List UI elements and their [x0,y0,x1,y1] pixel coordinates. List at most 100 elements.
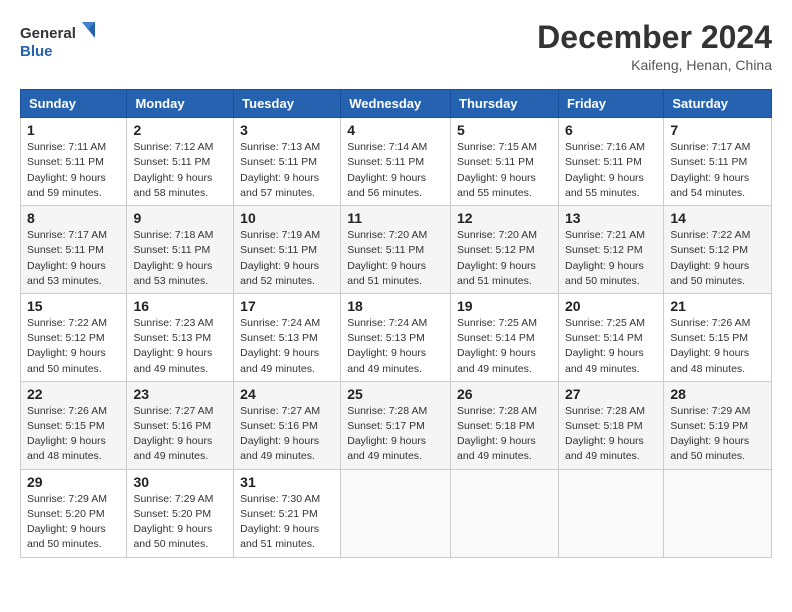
day-number: 7 [670,122,765,138]
calendar-day-cell: 17Sunrise: 7:24 AM Sunset: 5:13 PM Dayli… [234,293,341,381]
day-info: Sunrise: 7:30 AM Sunset: 5:21 PM Dayligh… [240,492,334,553]
day-number: 27 [565,386,657,402]
day-info: Sunrise: 7:24 AM Sunset: 5:13 PM Dayligh… [240,316,334,377]
title-block: December 2024 Kaifeng, Henan, China [537,20,772,73]
location: Kaifeng, Henan, China [537,57,772,73]
day-info: Sunrise: 7:28 AM Sunset: 5:18 PM Dayligh… [565,404,657,465]
calendar-empty-cell [558,469,663,557]
calendar-day-cell: 5 Sunrise: 7:15 AM Sunset: 5:11 PM Daylig… [451,118,559,206]
day-number: 8 [27,210,120,226]
day-info: Sunrise: 7:28 AM Sunset: 5:17 PM Dayligh… [347,404,444,465]
day-info: Sunrise: 7:17 AM Sunset: 5:11 PM Dayligh… [670,140,765,201]
weekday-header-row: SundayMondayTuesdayWednesdayThursdayFrid… [21,90,772,118]
day-info: Sunrise: 7:28 AM Sunset: 5:18 PM Dayligh… [457,404,552,465]
day-number: 2 [133,122,227,138]
day-info: Sunrise: 7:26 AM Sunset: 5:15 PM Dayligh… [670,316,765,377]
calendar-day-cell: 4 Sunrise: 7:14 AM Sunset: 5:11 PM Daylig… [341,118,451,206]
calendar-empty-cell [664,469,772,557]
day-number: 4 [347,122,444,138]
day-info: Sunrise: 7:19 AM Sunset: 5:11 PM Dayligh… [240,228,334,289]
day-info: Sunrise: 7:16 AM Sunset: 5:11 PM Dayligh… [565,140,657,201]
calendar-day-cell: 22 Sunrise: 7:26 AM Sunset: 5:15 PM Dayli… [21,381,127,469]
calendar-day-cell: 14Sunrise: 7:22 AM Sunset: 5:12 PM Dayli… [664,206,772,294]
calendar-day-cell: 31Sunrise: 7:30 AM Sunset: 5:21 PM Dayli… [234,469,341,557]
day-number: 26 [457,386,552,402]
day-number: 11 [347,210,444,226]
calendar-week-row: 15 Sunrise: 7:22 AM Sunset: 5:12 PM Dayli… [21,293,772,381]
calendar-day-cell: 19Sunrise: 7:25 AM Sunset: 5:14 PM Dayli… [451,293,559,381]
page-header: General Blue December 2024 Kaifeng, Hena… [20,20,772,73]
day-info: Sunrise: 7:27 AM Sunset: 5:16 PM Dayligh… [240,404,334,465]
day-info: Sunrise: 7:29 AM Sunset: 5:20 PM Dayligh… [133,492,227,553]
calendar-empty-cell [451,469,559,557]
day-info: Sunrise: 7:14 AM Sunset: 5:11 PM Dayligh… [347,140,444,201]
day-info: Sunrise: 7:11 AM Sunset: 5:11 PM Dayligh… [27,140,120,201]
day-number: 21 [670,298,765,314]
calendar-day-cell: 29Sunrise: 7:29 AM Sunset: 5:20 PM Dayli… [21,469,127,557]
calendar-day-cell: 11 Sunrise: 7:20 AM Sunset: 5:11 PM Dayli… [341,206,451,294]
calendar-day-cell: 12Sunrise: 7:20 AM Sunset: 5:12 PM Dayli… [451,206,559,294]
day-info: Sunrise: 7:24 AM Sunset: 5:13 PM Dayligh… [347,316,444,377]
calendar-day-cell: 24Sunrise: 7:27 AM Sunset: 5:16 PM Dayli… [234,381,341,469]
weekday-header-sunday: Sunday [21,90,127,118]
calendar-week-row: 22 Sunrise: 7:26 AM Sunset: 5:15 PM Dayli… [21,381,772,469]
day-number: 15 [27,298,120,314]
weekday-header-thursday: Thursday [451,90,559,118]
calendar-day-cell: 27 Sunrise: 7:28 AM Sunset: 5:18 PM Dayli… [558,381,663,469]
day-number: 10 [240,210,334,226]
day-number: 13 [565,210,657,226]
month-title: December 2024 [537,20,772,55]
day-number: 1 [27,122,120,138]
weekday-header-monday: Monday [127,90,234,118]
calendar-day-cell: 23Sunrise: 7:27 AM Sunset: 5:16 PM Dayli… [127,381,234,469]
calendar-day-cell: 16 Sunrise: 7:23 AM Sunset: 5:13 PM Dayli… [127,293,234,381]
day-number: 6 [565,122,657,138]
day-info: Sunrise: 7:17 AM Sunset: 5:11 PM Dayligh… [27,228,120,289]
day-info: Sunrise: 7:18 AM Sunset: 5:11 PM Dayligh… [133,228,227,289]
day-info: Sunrise: 7:29 AM Sunset: 5:19 PM Dayligh… [670,404,765,465]
day-info: Sunrise: 7:15 AM Sunset: 5:11 PM Dayligh… [457,140,552,201]
day-info: Sunrise: 7:20 AM Sunset: 5:11 PM Dayligh… [347,228,444,289]
calendar-day-cell: 13 Sunrise: 7:21 AM Sunset: 5:12 PM Dayli… [558,206,663,294]
calendar-day-cell: 3Sunrise: 7:13 AM Sunset: 5:11 PM Daylig… [234,118,341,206]
weekday-header-friday: Friday [558,90,663,118]
logo: General Blue [20,20,100,64]
day-info: Sunrise: 7:21 AM Sunset: 5:12 PM Dayligh… [565,228,657,289]
day-number: 22 [27,386,120,402]
calendar-day-cell: 30 Sunrise: 7:29 AM Sunset: 5:20 PM Dayli… [127,469,234,557]
day-info: Sunrise: 7:22 AM Sunset: 5:12 PM Dayligh… [27,316,120,377]
day-number: 28 [670,386,765,402]
day-number: 5 [457,122,552,138]
calendar-day-cell: 26 Sunrise: 7:28 AM Sunset: 5:18 PM Dayli… [451,381,559,469]
day-number: 3 [240,122,334,138]
svg-text:General: General [20,25,76,42]
logo-svg: General Blue [20,20,100,64]
calendar-day-cell: 6 Sunrise: 7:16 AM Sunset: 5:11 PM Daylig… [558,118,663,206]
calendar-day-cell: 1 Sunrise: 7:11 AM Sunset: 5:11 PM Daylig… [21,118,127,206]
calendar-day-cell: 21 Sunrise: 7:26 AM Sunset: 5:15 PM Dayli… [664,293,772,381]
calendar-day-cell: 25 Sunrise: 7:28 AM Sunset: 5:17 PM Dayli… [341,381,451,469]
calendar-week-row: 1 Sunrise: 7:11 AM Sunset: 5:11 PM Daylig… [21,118,772,206]
day-number: 23 [133,386,227,402]
day-number: 29 [27,474,120,490]
day-number: 20 [565,298,657,314]
svg-text:Blue: Blue [20,43,53,60]
day-number: 16 [133,298,227,314]
calendar-table: SundayMondayTuesdayWednesdayThursdayFrid… [20,89,772,557]
day-number: 18 [347,298,444,314]
day-info: Sunrise: 7:26 AM Sunset: 5:15 PM Dayligh… [27,404,120,465]
calendar-day-cell: 15 Sunrise: 7:22 AM Sunset: 5:12 PM Dayli… [21,293,127,381]
day-info: Sunrise: 7:12 AM Sunset: 5:11 PM Dayligh… [133,140,227,201]
calendar-day-cell: 7 Sunrise: 7:17 AM Sunset: 5:11 PM Daylig… [664,118,772,206]
day-info: Sunrise: 7:23 AM Sunset: 5:13 PM Dayligh… [133,316,227,377]
calendar-week-row: 29 Sunrise: 7:29 AM Sunset: 5:20 PM Dayli… [21,469,772,557]
weekday-header-tuesday: Tuesday [234,90,341,118]
day-number: 30 [133,474,227,490]
day-number: 19 [457,298,552,314]
calendar-day-cell: 18 Sunrise: 7:24 AM Sunset: 5:13 PM Dayli… [341,293,451,381]
calendar-day-cell: 8 Sunrise: 7:17 AM Sunset: 5:11 PM Daylig… [21,206,127,294]
weekday-header-wednesday: Wednesday [341,90,451,118]
day-number: 25 [347,386,444,402]
day-number: 9 [133,210,227,226]
calendar-day-cell: 28 Sunrise: 7:29 AM Sunset: 5:19 PM Dayli… [664,381,772,469]
